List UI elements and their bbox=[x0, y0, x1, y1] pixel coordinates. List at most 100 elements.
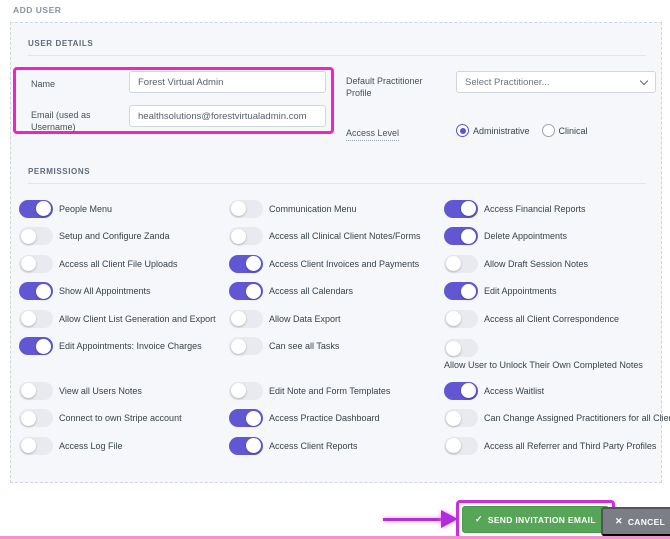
toggle-switch[interactable] bbox=[444, 436, 478, 455]
practitioner-select[interactable]: Select Practitioner... bbox=[456, 71, 656, 93]
toggle-switch[interactable] bbox=[229, 337, 263, 356]
toggle-switch[interactable] bbox=[229, 309, 263, 328]
permission-row: Allow User to Unlock Their Own Completed… bbox=[444, 333, 659, 377]
toggle-knob bbox=[246, 438, 261, 454]
permission-row: Delete Appointments bbox=[444, 223, 659, 251]
permission-row: View all Users Notes bbox=[19, 377, 234, 405]
permission-row: Edit Appointments bbox=[444, 278, 659, 306]
chevron-down-icon bbox=[639, 76, 649, 85]
toggle-switch[interactable] bbox=[229, 254, 263, 273]
toggle-knob bbox=[446, 256, 461, 272]
permission-label: Access all Clinical Client Notes/Forms bbox=[269, 231, 421, 242]
permission-row: Access all Referrer and Third Party Prof… bbox=[444, 432, 659, 460]
toggle-knob bbox=[461, 283, 476, 299]
section-permissions: PERMISSIONS bbox=[28, 167, 646, 184]
toggle-knob bbox=[21, 228, 36, 244]
permission-label: People Menu bbox=[59, 203, 113, 214]
toggle-switch[interactable] bbox=[444, 409, 478, 428]
toggle-switch[interactable] bbox=[19, 409, 53, 428]
permission-row: Access all Clinical Client Notes/Forms bbox=[229, 223, 444, 251]
name-input[interactable] bbox=[129, 71, 326, 93]
permission-row: Access Waitlist bbox=[444, 377, 659, 405]
toggle-switch[interactable] bbox=[444, 199, 478, 218]
toggle-switch[interactable] bbox=[444, 227, 478, 246]
send-invitation-email-button[interactable]: ✓ SEND INVITATION EMAIL bbox=[462, 506, 609, 533]
toggle-switch[interactable] bbox=[19, 436, 53, 455]
access-level-label: Access Level bbox=[346, 127, 400, 142]
toggle-knob bbox=[21, 256, 36, 272]
toggle-switch[interactable] bbox=[444, 381, 478, 400]
close-icon: ✕ bbox=[615, 516, 623, 526]
toggle-switch[interactable] bbox=[444, 309, 478, 328]
add-user-page: ADD USER USER DETAILS Name Email (used a… bbox=[0, 0, 670, 539]
permission-label: Allow User to Unlock Their Own Completed… bbox=[444, 360, 643, 370]
permission-label: Delete Appointments bbox=[484, 231, 568, 242]
toggle-switch[interactable] bbox=[229, 436, 263, 455]
toggle-knob bbox=[246, 283, 261, 299]
toggle-switch[interactable] bbox=[229, 381, 263, 400]
permission-label: Access Client Invoices and Payments bbox=[269, 258, 420, 269]
toggle-knob bbox=[21, 383, 36, 399]
permission-row: Communication Menu bbox=[229, 195, 444, 223]
permission-row: Access Log File bbox=[19, 432, 234, 460]
permission-label: Connect to own Stripe account bbox=[59, 413, 182, 424]
permission-label: Allow Client List Generation and Export bbox=[59, 313, 216, 324]
toggle-knob bbox=[461, 383, 476, 399]
toggle-switch[interactable] bbox=[229, 409, 263, 428]
toggle-switch[interactable] bbox=[444, 282, 478, 301]
toggle-knob bbox=[461, 201, 476, 217]
toggle-knob bbox=[36, 201, 51, 217]
access-level-radio-group: Administrative Clinical bbox=[456, 124, 588, 137]
name-label: Name bbox=[31, 79, 56, 89]
toggle-switch[interactable] bbox=[19, 254, 53, 273]
cancel-button-label: CANCEL bbox=[627, 516, 666, 527]
toggle-switch[interactable] bbox=[444, 254, 478, 273]
toggle-knob bbox=[21, 311, 36, 327]
permission-row: Access all Client Correspondence bbox=[444, 305, 659, 333]
cancel-button[interactable]: ✕ CANCEL bbox=[601, 507, 670, 536]
toggle-switch[interactable] bbox=[444, 339, 478, 357]
section-user-details: USER DETAILS bbox=[28, 39, 646, 56]
permission-label: Can Change Assigned Practitioners for al… bbox=[484, 413, 670, 424]
toggle-switch[interactable] bbox=[19, 381, 53, 400]
toggle-switch[interactable] bbox=[19, 309, 53, 328]
toggle-switch[interactable] bbox=[19, 282, 53, 301]
permission-label: Access all Client File Uploads bbox=[59, 258, 178, 269]
permission-label: Access all Client Correspondence bbox=[484, 313, 620, 324]
permission-row: Access Practice Dashboard bbox=[229, 405, 444, 433]
permissions-column-3: Access Financial Reports Delete Appointme… bbox=[444, 195, 670, 460]
send-button-label: SEND INVITATION EMAIL bbox=[487, 514, 596, 525]
practitioner-select-value: Select Practitioner... bbox=[465, 76, 550, 88]
permission-label: Communication Menu bbox=[269, 203, 357, 214]
toggle-switch[interactable] bbox=[229, 199, 263, 218]
toggle-switch[interactable] bbox=[19, 199, 53, 218]
permission-label: Access Log File bbox=[59, 440, 123, 451]
permission-label: Access Practice Dashboard bbox=[269, 413, 380, 424]
radio-administrative[interactable]: Administrative bbox=[456, 124, 530, 137]
permission-label: View all Users Notes bbox=[59, 385, 142, 396]
permission-row: Connect to own Stripe account bbox=[19, 405, 234, 433]
permission-row: Access all Calendars bbox=[229, 278, 444, 306]
permission-row: Access Client Invoices and Payments bbox=[229, 250, 444, 278]
toggle-switch[interactable] bbox=[19, 227, 53, 246]
permission-row: Allow Draft Session Notes bbox=[444, 250, 659, 278]
toggle-switch[interactable] bbox=[19, 337, 53, 356]
toggle-switch[interactable] bbox=[229, 282, 263, 301]
toggle-knob bbox=[21, 438, 36, 454]
toggle-knob bbox=[36, 338, 51, 354]
annotation-arrow-line bbox=[383, 518, 443, 521]
toggle-knob bbox=[21, 410, 36, 426]
permission-row: Can Change Assigned Practitioners for al… bbox=[444, 405, 670, 433]
permission-row: Access Financial Reports bbox=[444, 195, 659, 223]
permission-row: Can see all Tasks bbox=[229, 333, 444, 361]
toggle-switch[interactable] bbox=[229, 227, 263, 246]
email-field[interactable] bbox=[129, 105, 326, 127]
toggle-knob bbox=[231, 201, 246, 217]
permission-row: People Menu bbox=[19, 195, 234, 223]
toggle-knob bbox=[446, 340, 461, 356]
permission-label: Access Waitlist bbox=[484, 385, 545, 396]
permission-label: Edit Appointments: Invoice Charges bbox=[59, 341, 202, 352]
toggle-knob bbox=[246, 410, 261, 426]
radio-clinical[interactable]: Clinical bbox=[541, 124, 588, 137]
radio-selected-icon bbox=[456, 124, 469, 137]
